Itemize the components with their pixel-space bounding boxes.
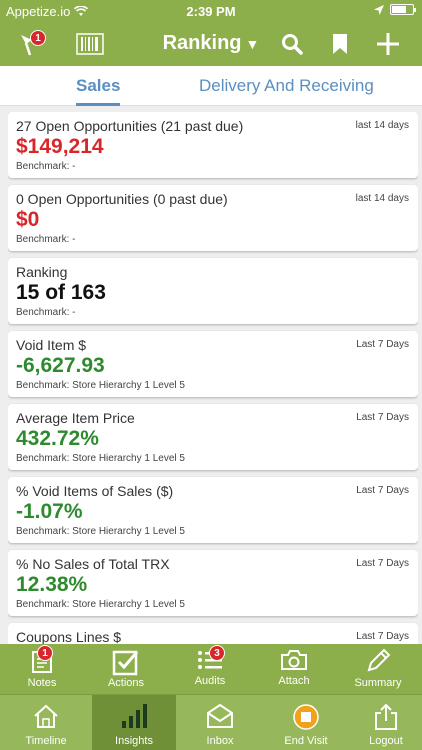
kpi-card-title: Void Item $	[16, 337, 87, 353]
tab-logout[interactable]: Logout	[344, 695, 422, 750]
kpi-card[interactable]: Coupons Lines $ Last 7 Days	[8, 623, 418, 644]
home-icon	[34, 704, 58, 728]
inbox-label: Inbox	[206, 735, 234, 747]
tab-delivery-and-receiving[interactable]: Delivery And Receiving	[199, 76, 374, 96]
kpi-card-value: 12.38%	[16, 573, 88, 596]
search-button[interactable]	[276, 28, 308, 60]
stop-circle-icon	[293, 704, 319, 730]
audits-label: Audits	[194, 675, 226, 687]
kpi-card-value: $0	[16, 208, 40, 231]
bookmark-icon	[333, 34, 347, 54]
tab-timeline[interactable]: Timeline	[4, 695, 88, 750]
bottom-tab-bar: Timeline Insights Inbox End Visit Logout	[0, 694, 422, 750]
tab-insights[interactable]: Insights	[92, 695, 176, 750]
end-visit-label: End Visit	[284, 735, 328, 747]
kpi-card-value: 15 of 163	[16, 281, 106, 304]
summary-label: Summary	[354, 677, 402, 689]
tab-sales[interactable]: Sales	[76, 76, 121, 106]
summary-button[interactable]: Summary	[336, 644, 420, 694]
kpi-card-period: Last 7 Days	[356, 412, 409, 423]
pencil-icon	[367, 648, 391, 672]
kpi-card[interactable]: Void Item $ Last 7 Days -6,627.93 Benchmark…	[8, 331, 418, 397]
location-arrow-icon	[374, 4, 384, 15]
kpi-card-title: 27 Open Opportunities (21 past due)	[16, 118, 244, 134]
kpi-card-title: Average Item Price	[16, 410, 135, 426]
kpi-card-benchmark: Benchmark: Store Hierarchy 1 Level 5	[16, 526, 185, 537]
add-button[interactable]	[372, 28, 404, 60]
kpi-card-benchmark: Benchmark: -	[16, 307, 76, 318]
kpi-card-title: Ranking	[16, 264, 68, 280]
nav-bar: 1 Ranking ▼	[0, 22, 422, 66]
clock: 2:39 PM	[186, 4, 236, 19]
status-bar: Appetize.io 2:39 PM	[0, 0, 422, 22]
page-title: Ranking	[162, 32, 242, 54]
actions-label: Actions	[107, 677, 145, 689]
kpi-card-period: Last 7 Days	[356, 631, 409, 642]
bookmark-button[interactable]	[324, 28, 356, 60]
kpi-card-value: $149,214	[16, 135, 104, 158]
insights-label: Insights	[115, 735, 153, 747]
ranking-title-dropdown[interactable]: Ranking ▼	[0, 32, 422, 55]
attach-button[interactable]: Attach	[252, 644, 336, 694]
timeline-label: Timeline	[25, 735, 67, 747]
kpi-card-title: % Void Items of Sales ($)	[16, 483, 174, 499]
kpi-card[interactable]: Ranking 15 of 163 Benchmark: -	[8, 258, 418, 324]
envelope-open-icon	[207, 703, 233, 728]
kpi-card-value: 432.72%	[16, 427, 99, 450]
kpi-card-title: % No Sales of Total TRX	[16, 556, 170, 572]
bar-chart-icon	[122, 704, 147, 728]
logout-label: Logout	[369, 735, 403, 747]
notes-button[interactable]: 1 Notes	[0, 644, 84, 694]
battery-icon	[390, 4, 416, 15]
kpi-card-benchmark: Benchmark: Store Hierarchy 1 Level 5	[16, 453, 185, 464]
kpi-card[interactable]: % Void Items of Sales ($) Last 7 Days -1.0…	[8, 477, 418, 543]
kpi-card[interactable]: 27 Open Opportunities (21 past due) last …	[8, 112, 418, 178]
kpi-card-period: last 14 days	[355, 193, 409, 204]
audits-button[interactable]: 3 Audits	[168, 644, 252, 694]
notes-label: Notes	[27, 677, 57, 689]
kpi-card-period: Last 7 Days	[356, 485, 409, 496]
segment-tabs: Sales Delivery And Receiving	[0, 66, 422, 106]
kpi-card-title: 0 Open Opportunities (0 past due)	[16, 191, 228, 207]
kpi-card-benchmark: Benchmark: Store Hierarchy 1 Level 5	[16, 599, 185, 610]
kpi-card-period: Last 7 Days	[356, 558, 409, 569]
kpi-card-benchmark: Benchmark: -	[16, 234, 76, 245]
share-upload-icon	[375, 703, 397, 730]
kpi-card[interactable]: 0 Open Opportunities (0 past due) last 14…	[8, 185, 418, 251]
plus-icon	[377, 33, 399, 55]
kpi-card[interactable]: % No Sales of Total TRX Last 7 Days 12.38%…	[8, 550, 418, 616]
kpi-card-value: -6,627.93	[16, 354, 105, 377]
kpi-card-benchmark: Benchmark: -	[16, 161, 76, 172]
kpi-card[interactable]: Average Item Price Last 7 Days 432.72% Benc…	[8, 404, 418, 470]
search-icon	[282, 34, 303, 55]
actions-button[interactable]: Actions	[84, 644, 168, 694]
chevron-down-icon: ▼	[245, 35, 260, 52]
attach-label: Attach	[278, 675, 310, 687]
kpi-card-period: last 14 days	[355, 120, 409, 131]
camera-icon	[281, 650, 307, 670]
status-right	[374, 4, 416, 15]
audits-badge: 3	[209, 645, 225, 661]
tab-end-visit[interactable]: End Visit	[264, 695, 348, 750]
action-bar: 1 Notes Actions 3 Audits Attach Summary	[0, 644, 422, 694]
kpi-card-title: Coupons Lines $	[16, 629, 122, 644]
tab-inbox[interactable]: Inbox	[178, 695, 262, 750]
kpi-card-value: -1.07%	[16, 500, 83, 523]
notes-badge: 1	[37, 645, 53, 661]
kpi-card-list[interactable]: 27 Open Opportunities (21 past due) last …	[8, 112, 418, 644]
checkbox-check-icon	[112, 650, 139, 676]
kpi-card-period: Last 7 Days	[356, 339, 409, 350]
kpi-card-benchmark: Benchmark: Store Hierarchy 1 Level 5	[16, 380, 185, 391]
